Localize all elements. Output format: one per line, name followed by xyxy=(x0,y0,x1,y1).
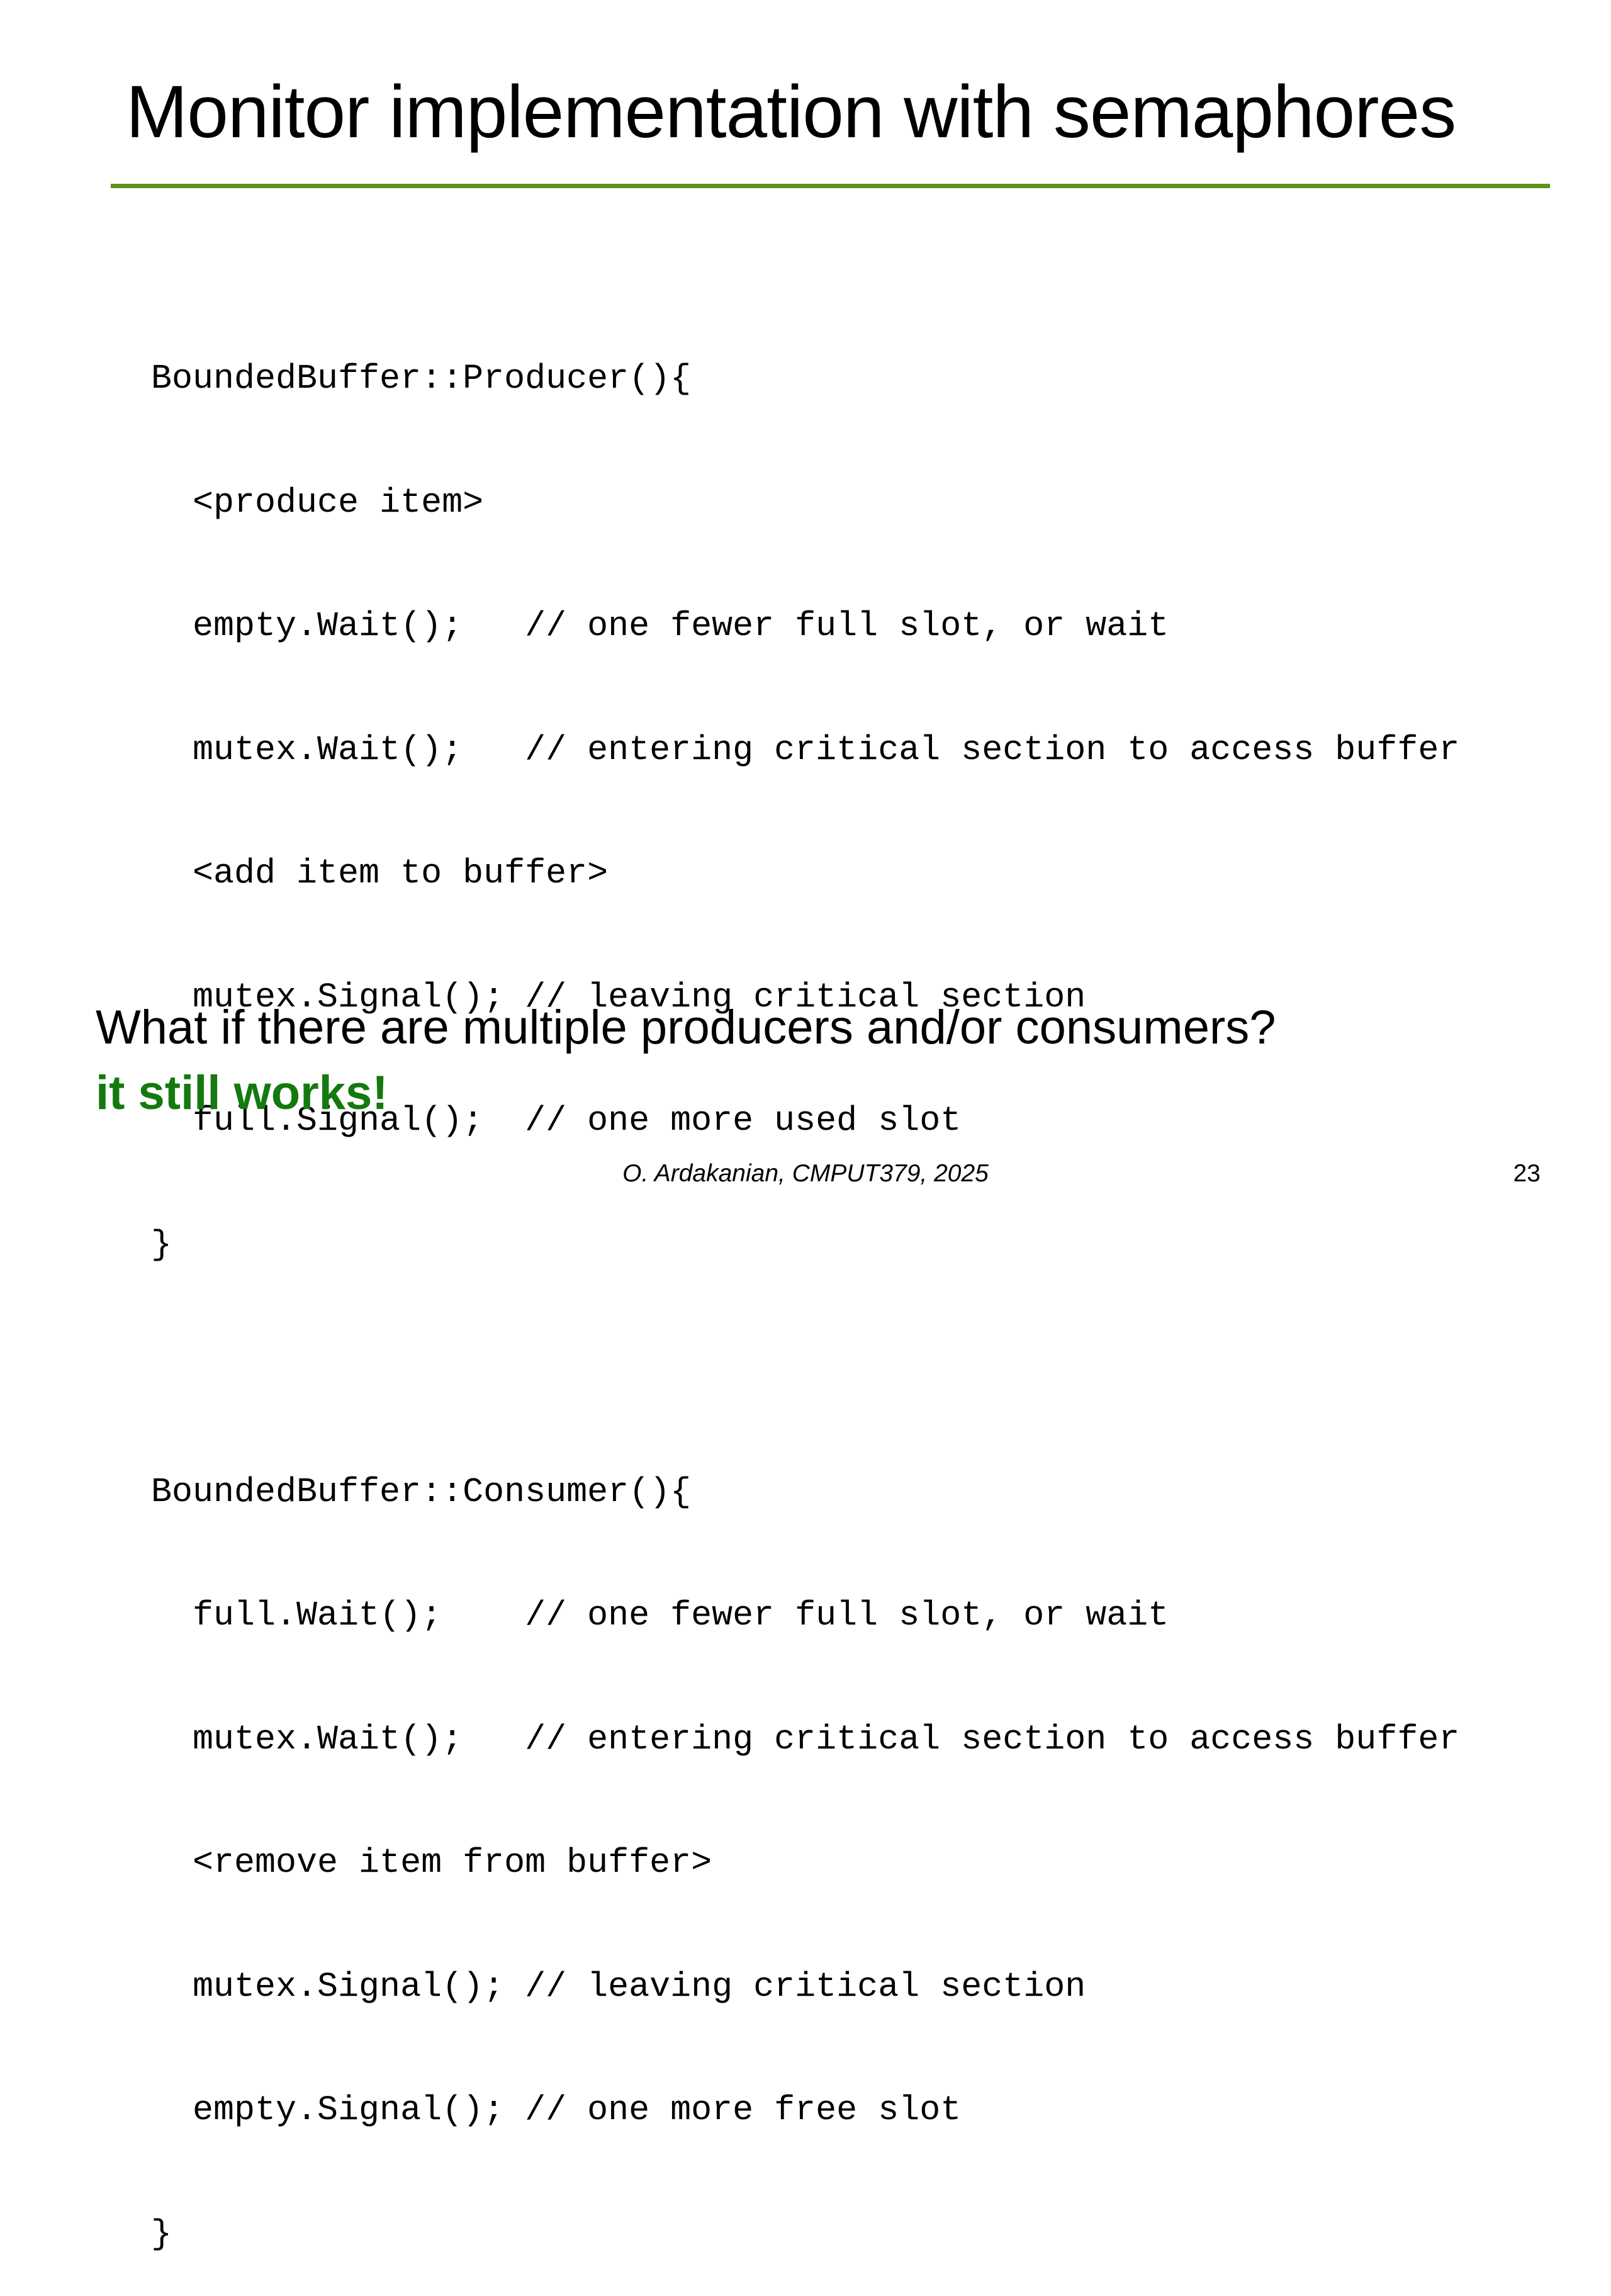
code-line: <add item to buffer> xyxy=(151,853,609,893)
code-line: mutex.Wait(); // entering critical secti… xyxy=(151,1719,1460,1759)
title-divider xyxy=(111,184,1550,188)
answer-text: it still works! xyxy=(96,1066,388,1120)
question-text: What if there are multiple producers and… xyxy=(96,1001,1276,1054)
code-line: mutex.Wait(); // entering critical secti… xyxy=(151,729,1460,770)
footer-credit: O. Ardakanian, CMPUT379, 2025 xyxy=(622,1160,989,1187)
code-line: <remove item from buffer> xyxy=(151,1843,712,1882)
code-line: BoundedBuffer::Producer(){ xyxy=(151,359,692,398)
code-block: BoundedBuffer::Producer(){ <produce item… xyxy=(151,276,1459,2296)
code-line: BoundedBuffer::Consumer(){ xyxy=(151,1472,692,1512)
code-line: empty.Wait(); // one fewer full slot, or… xyxy=(151,606,1169,646)
code-line: mutex.Signal(); // leaving critical sect… xyxy=(151,1966,1086,2006)
code-line: full.Wait(); // one fewer full slot, or … xyxy=(151,1595,1169,1635)
page-number: 23 xyxy=(1513,1160,1541,1187)
slide-title: Monitor implementation with semaphores xyxy=(126,70,1456,154)
code-line: } xyxy=(151,1224,172,1264)
code-line: empty.Signal(); // one more free slot xyxy=(151,2090,962,2130)
code-line: <produce item> xyxy=(151,482,484,522)
code-line: } xyxy=(151,2214,172,2254)
